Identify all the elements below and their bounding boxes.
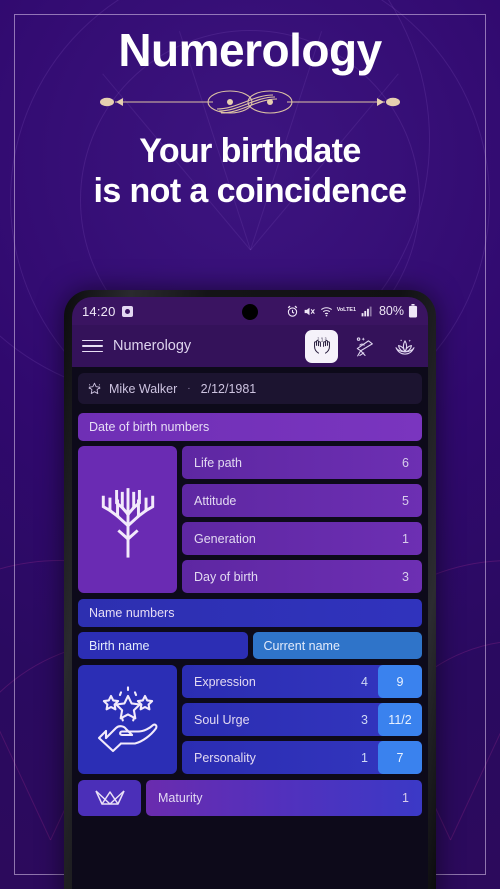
volte-label: VoLTE1 <box>336 307 356 314</box>
alarm-clock-icon <box>287 305 297 317</box>
phone-mockup: 14:20 VoLTE1 80% Numerology 1 2 3 Mike W… <box>64 290 436 889</box>
table-row[interactable]: Attitude 5 <box>182 484 422 517</box>
name-numbers-rows: Expression 4 9 Soul Urge 3 11/2 Personal… <box>182 665 422 774</box>
row-label: Generation <box>194 531 256 546</box>
battery-icon <box>408 304 418 318</box>
svg-text:3: 3 <box>324 337 326 341</box>
name-numbers-block: Expression 4 9 Soul Urge 3 11/2 Personal… <box>78 665 422 774</box>
row-value: 1 <box>402 791 409 805</box>
volte-indicator: VoLTE1 <box>336 307 356 314</box>
app-title: Numerology <box>113 338 192 354</box>
row-value-birth: 3 <box>361 712 368 727</box>
tab-label: Current name <box>263 638 340 653</box>
lotus-icon[interactable] <box>392 333 418 359</box>
app-bar: Numerology 1 2 3 <box>72 325 428 367</box>
date-of-birth-block: Life path 6 Attitude 5 Generation 1 Day … <box>78 446 422 593</box>
table-row[interactable]: Maturity 1 <box>146 780 422 816</box>
table-row[interactable]: Expression 4 9 <box>182 665 422 698</box>
section-header-date-of-birth[interactable]: Date of birth numbers <box>78 413 422 441</box>
numerology-hands-icon[interactable]: 1 2 3 <box>305 329 338 363</box>
maturity-block: Maturity 1 <box>78 780 422 816</box>
section-title: Date of birth numbers <box>89 420 210 434</box>
date-of-birth-rows: Life path 6 Attitude 5 Generation 1 Day … <box>182 446 422 593</box>
promo-subtitle: Your birthdate is not a coincidence <box>0 132 500 211</box>
row-label: Soul Urge <box>194 712 250 727</box>
hamburger-menu-icon[interactable] <box>82 339 103 353</box>
tab-birth-name[interactable]: Birth name <box>78 632 248 659</box>
row-value: 3 <box>402 569 409 584</box>
section-title: Name numbers <box>89 606 175 620</box>
row-value: 1 <box>402 531 409 546</box>
telescope-icon[interactable] <box>352 333 378 359</box>
row-label: Day of birth <box>194 569 258 584</box>
table-row[interactable]: Day of birth 3 <box>182 560 422 593</box>
app-content: Mike Walker · 2/12/1981 Date of birth nu… <box>72 367 428 889</box>
user-separator: · <box>187 383 191 394</box>
mute-icon <box>304 307 315 315</box>
user-profile-bar[interactable]: Mike Walker · 2/12/1981 <box>78 373 422 404</box>
promo-text-block: Numerology Your birthdate is not a coinc… <box>0 0 500 211</box>
row-value-current: 11/2 <box>378 703 422 736</box>
row-value-current: 7 <box>378 741 422 774</box>
svg-text:2: 2 <box>317 337 319 341</box>
row-label: Maturity <box>158 791 203 805</box>
ornamental-flourish-divider-icon <box>100 90 400 114</box>
name-type-tabs: Birth name Current name <box>78 632 422 659</box>
tree-of-life-icon <box>78 446 177 593</box>
row-value-birth: 4 <box>361 674 368 689</box>
row-value: 6 <box>402 455 409 470</box>
row-label: Life path <box>194 455 242 470</box>
signal-bars-icon <box>361 306 372 316</box>
svg-text:1: 1 <box>320 337 323 343</box>
row-value-birth: 1 <box>361 750 368 765</box>
row-label: Attitude <box>194 493 237 508</box>
crown-icon <box>78 780 141 816</box>
wifi-icon <box>320 306 332 316</box>
status-bar: 14:20 VoLTE1 80% <box>72 297 428 325</box>
page-title: Numerology <box>118 24 382 76</box>
table-row[interactable]: Soul Urge 3 11/2 <box>182 703 422 736</box>
table-row[interactable]: Personality 1 7 <box>182 741 422 774</box>
row-value: 5 <box>402 493 409 508</box>
front-camera-punch-hole <box>242 304 258 320</box>
app-bar-actions: 1 2 3 <box>305 329 418 363</box>
tab-label: Birth name <box>89 638 150 653</box>
tab-current-name[interactable]: Current name <box>252 632 422 659</box>
section-header-name-numbers[interactable]: Name numbers <box>78 599 422 627</box>
table-row[interactable]: Generation 1 <box>182 522 422 555</box>
alarm-clock-icon <box>121 305 133 317</box>
row-label: Expression <box>194 674 256 689</box>
star-sparkle-icon <box>88 382 101 394</box>
user-name: Mike Walker <box>109 381 178 396</box>
promo-subtitle-line1: Your birthdate <box>139 132 361 171</box>
row-label: Personality <box>194 750 256 765</box>
user-birthdate: 2/12/1981 <box>200 381 257 396</box>
battery-percentage: 80% <box>378 304 404 318</box>
hand-with-stars-icon <box>78 665 177 774</box>
status-time: 14:20 <box>82 303 116 319</box>
table-row[interactable]: Life path 6 <box>182 446 422 479</box>
promo-subtitle-line2: is not a coincidence <box>93 171 408 210</box>
phone-screen: 14:20 VoLTE1 80% Numerology 1 2 3 Mike W… <box>72 297 428 889</box>
maturity-rows: Maturity 1 <box>146 780 422 816</box>
row-value-current: 9 <box>378 665 422 698</box>
status-icons: VoLTE1 80% <box>286 304 418 318</box>
